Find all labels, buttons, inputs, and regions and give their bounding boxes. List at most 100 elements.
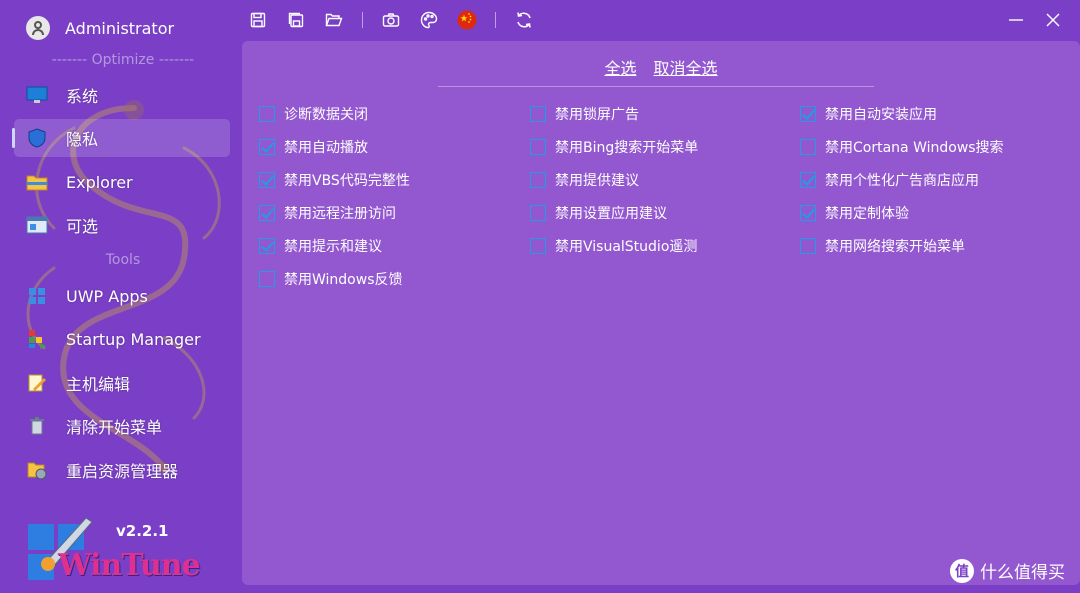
palette-icon[interactable] [419, 10, 439, 30]
checkbox-label: 禁用Windows反馈 [284, 272, 403, 288]
checkbox-unchecked[interactable] [530, 139, 546, 155]
checkbox-option[interactable]: 诊断数据关闭 [259, 103, 368, 125]
deselect-all-link[interactable]: 取消全选 [654, 59, 718, 78]
nav-label-optional: 可选 [66, 217, 99, 236]
tools-section-label: Tools [105, 252, 141, 268]
minimize-button[interactable] [1004, 8, 1028, 32]
checkbox-checked[interactable] [800, 205, 816, 221]
checkbox-option[interactable]: 禁用Bing搜索开始菜单 [530, 136, 698, 158]
checkbox-option[interactable]: 禁用提供建议 [530, 169, 639, 191]
privacy-options-panel: 全选 取消全选 诊断数据关闭 禁用自动播放 禁用VBS代码完整性 禁用远程注册访问 禁用… [242, 41, 1080, 585]
camera-icon[interactable] [381, 10, 401, 30]
monitor-icon [26, 85, 48, 105]
edit-icon [26, 373, 48, 393]
nav-item-startup-manager[interactable]: Startup Manager [14, 320, 230, 358]
select-bar: 全选 取消全选 [242, 55, 1080, 79]
minimize-icon [1009, 19, 1023, 21]
user-name: Administrator [65, 18, 175, 38]
checkbox-checked[interactable] [259, 238, 275, 254]
nav-item-restart-explorer[interactable]: 重启资源管理器 [14, 451, 230, 489]
startup-icon [26, 329, 48, 349]
nav-item-uwp-apps[interactable]: UWP Apps [14, 277, 230, 315]
checkbox-label: 禁用Bing搜索开始菜单 [555, 140, 699, 156]
checkbox-option[interactable]: 禁用提示和建议 [259, 235, 382, 257]
checkbox-unchecked[interactable] [259, 106, 275, 122]
checkbox-option[interactable]: 禁用VBS代码完整性 [259, 169, 410, 191]
nav-label-explorer: Explorer [66, 172, 133, 192]
folder-icon [26, 172, 48, 192]
checkbox-label: 禁用网络搜索开始菜单 [825, 239, 965, 255]
sidebar: Administrator ------- Optimize ------- 系… [0, 0, 240, 593]
toolbar-divider [495, 12, 496, 28]
nav-item-clear-start-menu[interactable]: 清除开始菜单 [14, 407, 230, 445]
checkbox-label: 禁用自动安装应用 [825, 107, 937, 123]
nav-label-restart-explorer: 重启资源管理器 [66, 462, 179, 481]
checkbox-label: 禁用VisualStudio遥测 [555, 239, 698, 255]
nav-item-explorer[interactable]: Explorer [14, 163, 230, 201]
close-button[interactable] [1041, 8, 1065, 32]
checkbox-option[interactable]: 禁用锁屏广告 [530, 103, 639, 125]
brand-name: WinTune [58, 548, 201, 583]
checkbox-option[interactable]: 禁用自动播放 [259, 136, 368, 158]
nav-label-uwp-apps: UWP Apps [66, 286, 148, 306]
checkbox-option[interactable]: 禁用远程注册访问 [259, 202, 396, 224]
checkbox-label: 诊断数据关闭 [284, 107, 368, 123]
checkbox-label: 禁用定制体验 [825, 206, 909, 222]
checkbox-label: 禁用设置应用建议 [555, 206, 667, 222]
save-icon[interactable] [248, 10, 268, 30]
checkbox-option[interactable]: 禁用定制体验 [800, 202, 909, 224]
nav-item-privacy[interactable]: 隐私 [12, 119, 230, 157]
select-all-link[interactable]: 全选 [604, 59, 636, 78]
checkbox-label: 禁用自动播放 [284, 140, 368, 156]
nav-label-system: 系统 [66, 87, 99, 106]
shield-icon [26, 128, 48, 148]
checkbox-option[interactable]: 禁用设置应用建议 [530, 202, 667, 224]
nav-label-clear-start-menu: 清除开始菜单 [66, 418, 163, 437]
toolbar [248, 8, 552, 32]
watermark: 值 什么值得买 [950, 558, 1065, 583]
checkbox-unchecked[interactable] [800, 238, 816, 254]
checkbox-label: 禁用VBS代码完整性 [284, 173, 410, 189]
open-folder-icon[interactable] [324, 10, 344, 30]
user-profile[interactable]: Administrator [26, 16, 174, 40]
checkbox-unchecked[interactable] [530, 106, 546, 122]
checkbox-checked[interactable] [259, 139, 275, 155]
restart-icon [26, 460, 48, 480]
nav-item-optional[interactable]: 可选 [14, 206, 230, 244]
nav-label-privacy: 隐私 [66, 130, 99, 149]
nav-label-hosts-editor: 主机编辑 [66, 375, 131, 394]
checkbox-unchecked[interactable] [530, 238, 546, 254]
bin-icon [26, 416, 48, 436]
user-avatar-icon [26, 16, 50, 40]
checkbox-option[interactable]: 禁用Cortana Windows搜索 [800, 136, 1004, 158]
optimize-section-label: ------- Optimize ------- [51, 52, 195, 68]
nav-item-hosts-editor[interactable]: 主机编辑 [14, 364, 230, 402]
checkbox-unchecked[interactable] [530, 205, 546, 221]
checkbox-checked[interactable] [800, 172, 816, 188]
checkbox-checked[interactable] [800, 106, 816, 122]
checkbox-label: 禁用提供建议 [555, 173, 639, 189]
checkbox-label: 禁用个性化广告商店应用 [825, 173, 979, 189]
nav-item-system[interactable]: 系统 [14, 76, 230, 114]
checkbox-label: 禁用Cortana Windows搜索 [825, 140, 1004, 156]
checkbox-option[interactable]: 禁用Windows反馈 [259, 268, 403, 290]
checkbox-unchecked[interactable] [800, 139, 816, 155]
toolbar-divider [362, 12, 363, 28]
app-version: v2.2.1 [116, 522, 169, 540]
save-as-icon[interactable] [286, 10, 306, 30]
close-icon [1046, 13, 1060, 27]
checkbox-option[interactable]: 禁用VisualStudio遥测 [530, 235, 697, 257]
smzdm-logo-icon: 值 [950, 558, 974, 583]
checkbox-option[interactable]: 禁用个性化广告商店应用 [800, 169, 979, 191]
checkbox-label: 禁用锁屏广告 [555, 107, 639, 123]
checkbox-option[interactable]: 禁用自动安装应用 [800, 103, 937, 125]
checkbox-label: 禁用提示和建议 [284, 239, 382, 255]
nav-label-startup-manager: Startup Manager [66, 329, 201, 349]
refresh-icon[interactable] [514, 10, 534, 30]
checkbox-option[interactable]: 禁用网络搜索开始菜单 [800, 235, 965, 257]
checkbox-checked[interactable] [259, 172, 275, 188]
china-flag-icon[interactable] [457, 10, 477, 30]
checkbox-checked[interactable] [259, 205, 275, 221]
checkbox-unchecked[interactable] [259, 271, 275, 287]
checkbox-unchecked[interactable] [530, 172, 546, 188]
